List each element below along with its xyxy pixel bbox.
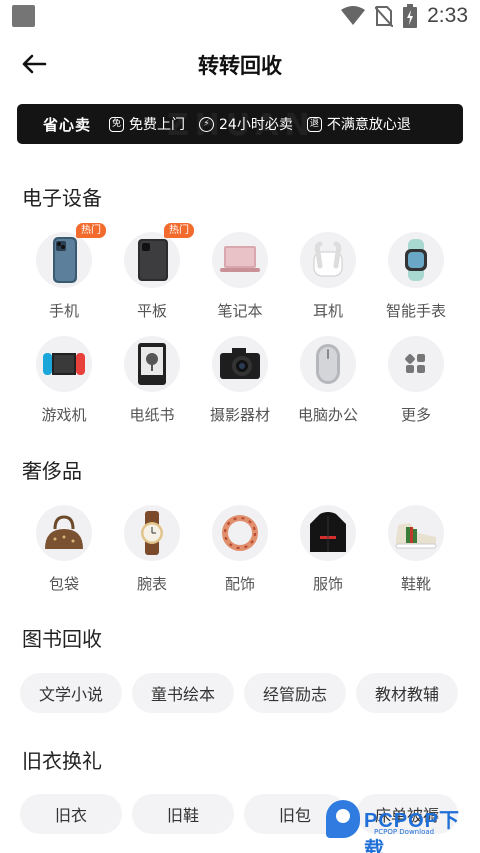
handbag-icon <box>45 515 83 549</box>
free-icon: 免 <box>109 116 125 132</box>
wifi-icon <box>341 6 366 25</box>
category-ereader[interactable]: 电纸书 <box>108 336 196 432</box>
section-title-books: 图书回收 <box>22 627 102 651</box>
chip-old-shoes[interactable]: 旧鞋 <box>132 794 234 834</box>
bracelet-icon <box>222 515 258 551</box>
banner-title: 省心卖 <box>43 115 92 134</box>
page-title: 转转回收 <box>198 54 282 78</box>
hot-badge: 热门 <box>76 223 106 238</box>
category-label: 摄影器材 <box>209 406 270 424</box>
earbuds-icon <box>313 241 343 277</box>
mouse-icon <box>316 344 340 384</box>
section-title-clothes: 旧衣换礼 <box>22 749 102 773</box>
category-more[interactable]: 更多 <box>372 336 460 432</box>
ereader-icon <box>138 343 166 385</box>
notification-icon <box>12 5 35 27</box>
category-laptop[interactable]: 笔记本 <box>196 232 284 328</box>
watermark-subtext: PCPOP Download <box>374 828 435 836</box>
pcpop-logo-icon <box>326 800 360 838</box>
feature-refund: 退 不满意放心退 <box>306 114 411 134</box>
sneaker-icon <box>395 523 437 549</box>
chip-literature[interactable]: 文学小说 <box>20 673 122 713</box>
promo-banner[interactable]: ZHUAN 省心卖 免 免费上门 ⚡ 24小时必卖 退 不满意放心退 <box>17 104 463 144</box>
category-accessories[interactable]: 配饰 <box>196 505 284 601</box>
clock: 2:33 <box>427 4 468 27</box>
category-handbag[interactable]: 包袋 <box>20 505 108 601</box>
no-sim-icon <box>375 6 394 27</box>
phone-icon <box>53 237 77 283</box>
chip-textbooks[interactable]: 教材教辅 <box>356 673 458 713</box>
jacket-icon <box>310 512 346 552</box>
category-label: 笔记本 <box>217 302 263 320</box>
category-label: 手机 <box>48 302 79 320</box>
category-smartwatch[interactable]: 智能手表 <box>372 232 460 328</box>
category-phone[interactable]: 热门 手机 <box>20 223 108 328</box>
category-label: 包袋 <box>48 575 79 593</box>
banner-watermark: ZHUAN <box>167 108 316 143</box>
category-label: 服饰 <box>312 575 343 593</box>
more-grid-icon <box>405 354 425 373</box>
category-label: 电脑办公 <box>297 406 358 424</box>
feature-label: 不满意放心退 <box>326 117 411 133</box>
category-camera[interactable]: 摄影器材 <box>196 336 284 432</box>
category-tablet[interactable]: 热门 平板 <box>108 223 196 328</box>
smartwatch-icon <box>405 239 427 281</box>
section-title-electronics: 电子设备 <box>22 186 102 210</box>
status-bar: 2:33 <box>0 0 480 32</box>
wristwatch-icon <box>141 511 163 555</box>
category-label: 电纸书 <box>129 406 175 424</box>
category-office[interactable]: 电脑办公 <box>284 336 372 432</box>
game-console-icon <box>43 353 85 375</box>
laptop-icon <box>220 246 260 272</box>
category-apparel[interactable]: 服饰 <box>284 505 372 601</box>
chip-children-books[interactable]: 童书绘本 <box>132 673 234 713</box>
battery-icon <box>403 4 418 28</box>
category-label: 鞋靴 <box>400 575 431 593</box>
watermark-logo: PCPOP下载 PCPOP Download <box>322 798 472 853</box>
category-game-console[interactable]: 游戏机 <box>20 336 108 432</box>
category-wristwatch[interactable]: 腕表 <box>108 505 196 601</box>
category-label: 腕表 <box>136 575 167 593</box>
chip-old-clothes[interactable]: 旧衣 <box>20 794 122 834</box>
chip-business-books[interactable]: 经管励志 <box>244 673 346 713</box>
category-label: 平板 <box>136 302 167 320</box>
category-shoes[interactable]: 鞋靴 <box>372 505 460 601</box>
category-earbuds[interactable]: 耳机 <box>284 232 372 328</box>
category-label: 更多 <box>400 406 431 424</box>
camera-icon <box>220 348 260 379</box>
hot-badge: 热门 <box>164 223 194 238</box>
header: 转转回收 <box>0 40 480 88</box>
category-label: 耳机 <box>312 302 343 320</box>
section-title-luxury: 奢侈品 <box>22 459 82 483</box>
category-label: 智能手表 <box>385 302 446 320</box>
tablet-icon <box>138 239 168 281</box>
category-label: 游戏机 <box>41 406 87 424</box>
category-label: 配饰 <box>224 575 255 593</box>
status-icons: 2:33 <box>341 0 468 32</box>
